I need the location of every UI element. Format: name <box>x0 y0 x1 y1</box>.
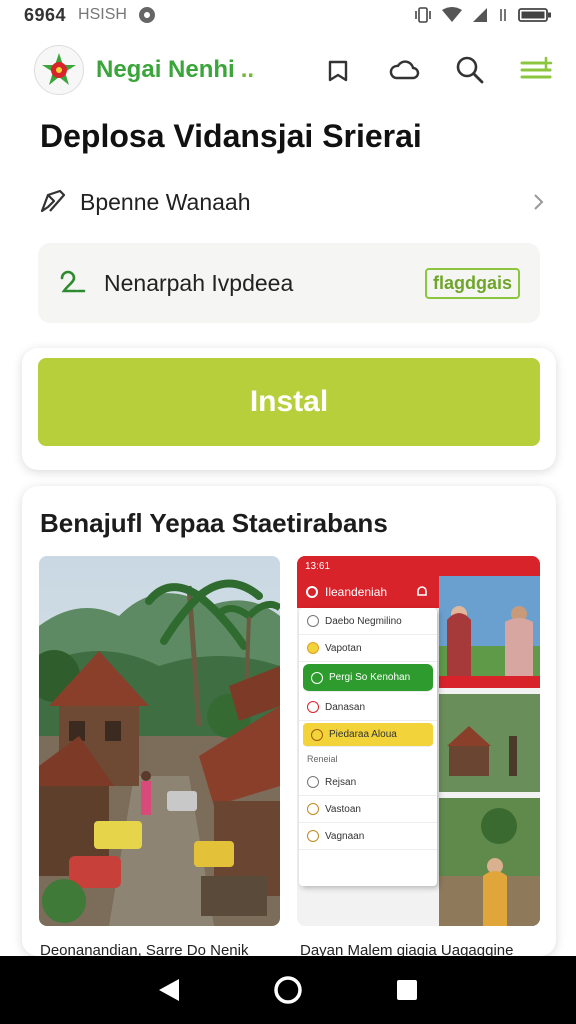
mini-menu-item-yellow: Piedaraa Aloua <box>303 723 433 747</box>
menu-button[interactable] <box>516 50 556 90</box>
developer-icon <box>40 189 66 213</box>
screenshots-section: Benajufl Yepaa Staetirabans 13:61 Ileand… <box>22 486 556 956</box>
logo-emblem-icon <box>42 53 76 85</box>
search-button[interactable] <box>450 50 490 90</box>
rating-icon <box>60 270 86 293</box>
bookmark-button[interactable] <box>318 50 358 90</box>
mini-back-icon <box>306 586 318 598</box>
developer-row[interactable]: Bpenne Wanaah <box>38 180 546 224</box>
cloud-button[interactable] <box>384 50 424 90</box>
screenshot-app-ui[interactable]: 13:61 Ileandeniah Daebo Negmilino Vapota… <box>297 556 540 926</box>
screenshot-village[interactable] <box>39 556 280 926</box>
nav-home-button[interactable] <box>268 970 308 1010</box>
store-logo <box>34 45 84 95</box>
mini-menu-item: Daebo Negmilino <box>299 608 437 635</box>
install-button[interactable]: Instal <box>38 358 540 446</box>
status-carrier: HSISH <box>78 6 127 23</box>
mini-app-title: Ileandeniah <box>325 585 388 599</box>
app-name: Deplosa Vidansjai Srierai <box>40 118 422 154</box>
data-icon <box>500 9 506 21</box>
mini-menu-section-label: Reneial <box>307 754 338 764</box>
app-bar: Negai Nenhi .. <box>0 30 576 110</box>
mini-drawer-menu: Daebo Negmilino Vapotan Pergi So Kenohan… <box>299 608 437 886</box>
bookmark-icon <box>328 60 348 82</box>
mini-menu-item: Vastoan <box>299 796 437 823</box>
search-icon <box>456 56 484 84</box>
mini-menu-item: Rejsan <box>299 769 437 796</box>
back-triangle-icon <box>159 979 180 1001</box>
mini-menu-item: Vapotan <box>299 635 437 662</box>
mini-menu-item: Danasan <box>299 694 437 721</box>
status-time: 6964 <box>24 4 67 25</box>
developer-name: Bpenne Wanaah <box>80 188 251 215</box>
notification-icon <box>138 7 155 23</box>
village-photo <box>39 556 280 926</box>
recents-square-icon <box>396 980 417 1000</box>
signal-icon <box>473 8 487 22</box>
wifi-icon <box>442 7 462 22</box>
mini-status-time: 13:61 <box>305 560 331 572</box>
screenshots-title: Benajufl Yepaa Staetirabans <box>40 508 388 538</box>
system-nav-bar <box>0 956 576 1024</box>
info-badge: flagdgais <box>424 267 520 299</box>
info-text: Nenarpah Ivpdeea <box>104 269 294 296</box>
menu-icon <box>520 56 553 79</box>
cloud-icon <box>389 60 420 80</box>
home-circle-icon <box>274 976 302 1004</box>
mini-bell-icon <box>417 586 427 596</box>
status-bar: 6964 HSISH <box>0 0 576 30</box>
status-icons <box>414 7 552 23</box>
store-title: Negai Nenhi <box>96 56 235 83</box>
chevron-right-icon <box>534 194 544 210</box>
vibrate-icon <box>415 7 431 23</box>
mini-menu-item-highlight: Pergi So Kenohan <box>303 664 433 692</box>
store-title-suffix: .. <box>240 56 255 83</box>
mini-status-bar: 13:61 <box>297 556 540 576</box>
nav-back-button[interactable] <box>149 970 189 1010</box>
mini-menu-item: Vagnaan <box>299 823 437 850</box>
battery-icon <box>518 8 551 22</box>
info-card: Nenarpah Ivpdeea flagdgais <box>38 243 540 323</box>
mini-photo-column <box>439 576 540 926</box>
nav-recents-button[interactable] <box>387 970 427 1010</box>
install-card: Instal <box>22 348 556 470</box>
